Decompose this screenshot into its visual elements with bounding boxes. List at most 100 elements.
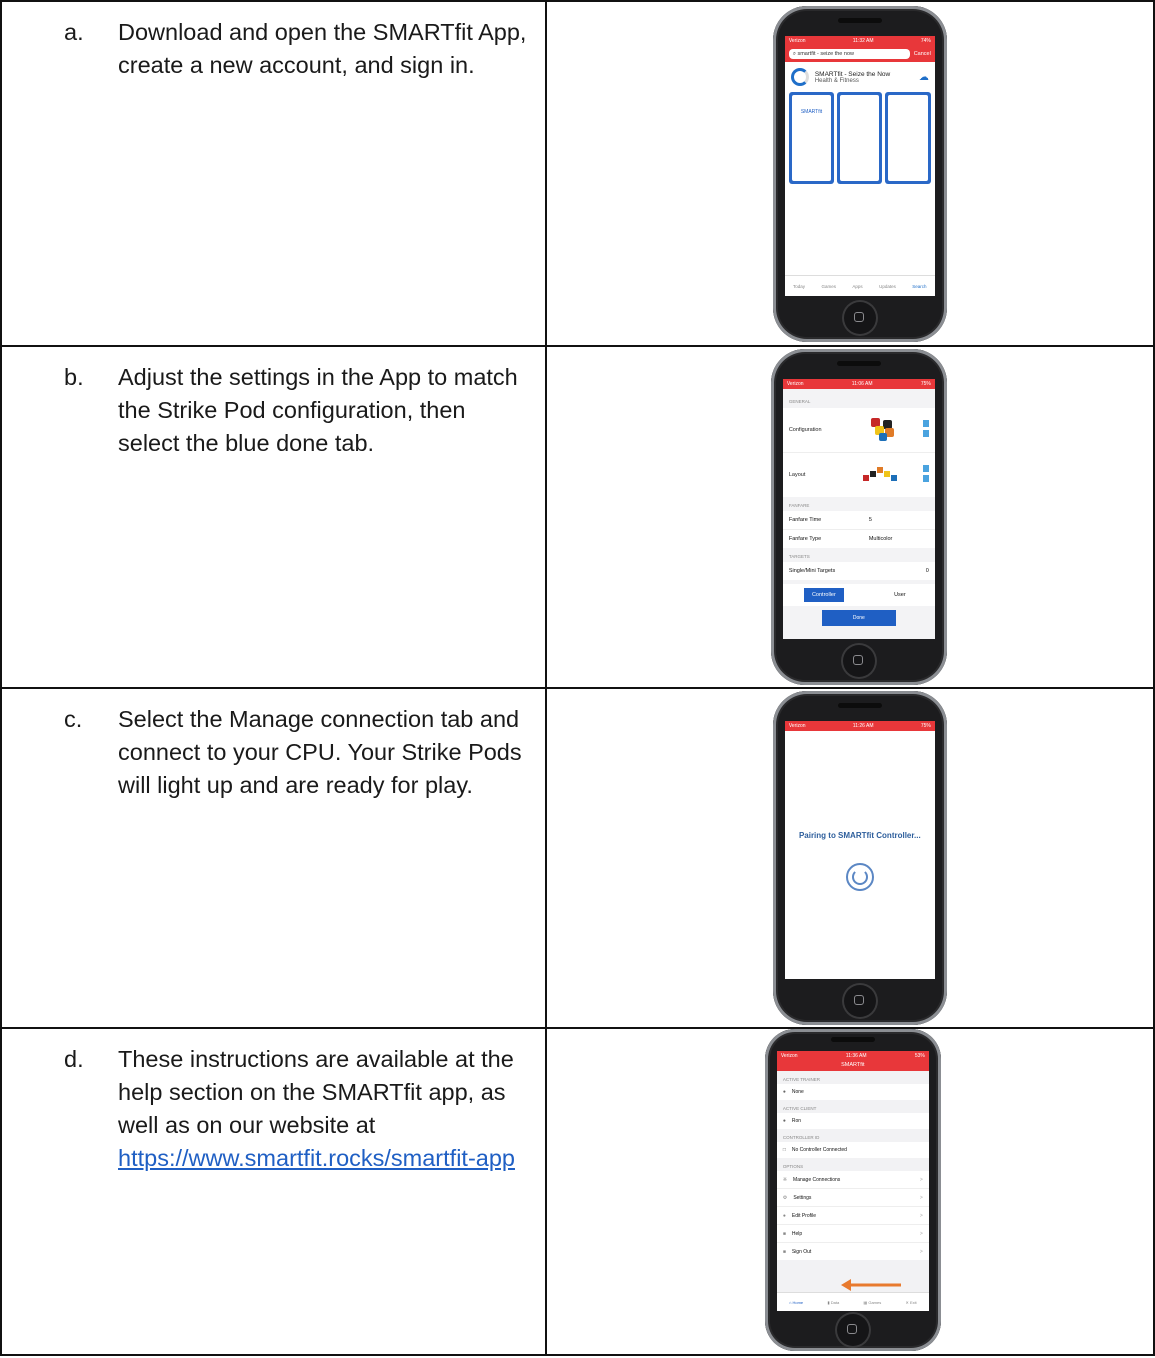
- website-link[interactable]: https://www.smartfit.rocks/smartfit-app: [118, 1145, 515, 1171]
- configuration-row[interactable]: Configuration: [782, 408, 935, 452]
- section-fanfare: FANFARE: [788, 503, 810, 508]
- step-text-cell: a. Download and open the SMARTfit App, c…: [0, 0, 547, 347]
- option-sign-out[interactable]: ■ Sign Out >: [777, 1243, 929, 1260]
- phone-menu: Verizon 11:36 AM 53% SMARTfit ACTIVE TRA…: [764, 1029, 941, 1351]
- search-input[interactable]: ⌕ smartfit - seize the now: [788, 49, 910, 59]
- person-icon: ●: [782, 1212, 786, 1219]
- status-time: 11:26 AM: [852, 723, 874, 729]
- app-category: Health & Fitness: [814, 77, 859, 84]
- configuration-label: Configuration: [788, 427, 822, 433]
- step-text-cell: c. Select the Manage connection tab and …: [0, 687, 547, 1029]
- loading-spinner-icon: [845, 863, 874, 891]
- status-time: 11:06 AM: [851, 381, 873, 387]
- home-button: [842, 645, 875, 677]
- phone-screen: Verizon 11:06 AM 75% GENERAL Configurati…: [782, 379, 935, 639]
- fanfare-time-label: Fanfare Time: [788, 517, 822, 523]
- status-time: 11:36 AM: [845, 1053, 867, 1059]
- option-label: Help: [791, 1230, 803, 1237]
- active-trainer-row[interactable]: ● None: [776, 1084, 929, 1100]
- fanfare-type-row[interactable]: Fanfare Type Multicolor: [782, 529, 935, 548]
- active-client-header: ACTIVE CLIENT: [782, 1106, 817, 1111]
- stepper-up-icon[interactable]: [922, 420, 929, 427]
- home-button: [836, 1314, 869, 1346]
- status-bar: Verizon 11:36 AM 53%: [776, 1051, 929, 1061]
- active-client-row[interactable]: ● Ron: [776, 1113, 929, 1129]
- step-text-cell: d. These instructions are available at t…: [0, 1027, 547, 1356]
- search-bar: ⌕ smartfit - seize the now Cancel: [784, 46, 935, 62]
- option-manage-connections[interactable]: ※ Manage Connections >: [776, 1171, 929, 1189]
- done-button[interactable]: Done: [821, 610, 896, 626]
- stepper-up-icon[interactable]: [922, 465, 929, 472]
- step-letter: c.: [64, 706, 83, 732]
- cancel-button[interactable]: Cancel: [914, 51, 931, 57]
- targets-row[interactable]: Single/Mini Targets 0: [782, 562, 935, 580]
- status-battery: 75%: [920, 381, 931, 387]
- app-icon: [790, 68, 809, 86]
- option-settings[interactable]: ⚙ Settings >: [776, 1189, 929, 1207]
- search-query: smartfit - seize the now: [797, 51, 854, 57]
- step-image-cell: Verizon 11:06 AM 75% GENERAL Configurati…: [544, 345, 1155, 689]
- app-screenshots: SMARTfit: [785, 90, 935, 186]
- app-result[interactable]: SMARTfit - Seize the Now Health & Fitnes…: [785, 62, 935, 90]
- chevron-right-icon: >: [919, 1194, 923, 1201]
- tab-today[interactable]: Today: [793, 284, 805, 289]
- document-page: a. Download and open the SMARTfit App, c…: [0, 0, 1155, 1358]
- layout-row[interactable]: Layout: [782, 452, 935, 497]
- app-screenshot: [837, 92, 883, 184]
- help-icon: ■: [782, 1230, 786, 1237]
- tab-search[interactable]: Search: [912, 284, 926, 289]
- phone-screen: Verizon 11:32 AM 74% ⌕ smartfit - seize …: [784, 36, 935, 296]
- status-carrier: Verizon: [780, 1053, 798, 1059]
- chevron-right-icon: >: [919, 1248, 923, 1255]
- phone-speaker: [830, 1037, 875, 1042]
- step-a: a. Download and open the SMARTfit App, c…: [2, 2, 545, 82]
- fanfare-type-value: Multicolor: [868, 536, 893, 542]
- step-image-cell: Verizon 11:36 AM 53% SMARTfit ACTIVE TRA…: [544, 1027, 1155, 1356]
- cloud-download-icon[interactable]: ☁: [919, 72, 929, 83]
- phone-pairing: Verizon 11:26 AM 75% Pairing to SMARTfit…: [772, 691, 947, 1025]
- step-b: b. Adjust the settings in the App to mat…: [2, 347, 545, 460]
- home-button: [843, 302, 876, 334]
- status-battery: 53%: [914, 1053, 925, 1059]
- screenshot-logo: SMARTfit: [791, 95, 832, 181]
- tab-bar: ⌂ Home ▮ Data ▦ Games ✕ Exit: [776, 1292, 929, 1311]
- options-header: OPTIONS: [782, 1164, 804, 1169]
- stepper-down-icon[interactable]: [922, 475, 929, 482]
- tab-games[interactable]: ▦ Games: [863, 1300, 881, 1305]
- fanfare-time-value: 5: [868, 517, 872, 523]
- controller-button[interactable]: Controller: [803, 588, 844, 602]
- sign-out-icon: ■: [782, 1248, 786, 1255]
- mode-toggle: Controller User: [782, 584, 935, 606]
- tab-bar: Today Games Apps Updates Search: [784, 275, 935, 296]
- tab-home[interactable]: ⌂ Home: [789, 1300, 803, 1305]
- step-row-c: c. Select the Manage connection tab and …: [0, 687, 1155, 1029]
- phone-settings: Verizon 11:06 AM 75% GENERAL Configurati…: [770, 349, 947, 685]
- option-help[interactable]: ■ Help >: [776, 1225, 929, 1243]
- section-targets: TARGETS: [788, 554, 810, 559]
- person-icon: ●: [782, 1118, 786, 1124]
- bluetooth-icon: ※: [782, 1176, 788, 1183]
- fanfare-time-row[interactable]: Fanfare Time 5: [782, 511, 935, 529]
- phone-screen: Verizon 11:36 AM 53% SMARTfit ACTIVE TRA…: [776, 1051, 929, 1311]
- tab-data[interactable]: ▮ Data: [827, 1300, 839, 1305]
- status-bar: Verizon 11:26 AM 75%: [784, 721, 935, 731]
- phone-speaker: [837, 703, 882, 708]
- tab-apps[interactable]: Apps: [852, 284, 862, 289]
- status-time: 11:32 AM: [852, 38, 874, 44]
- step-d: d. These instructions are available at t…: [2, 1029, 545, 1175]
- controller-row[interactable]: □ No Controller Connected: [776, 1142, 929, 1158]
- step-text: Download and open the SMARTfit App, crea…: [118, 19, 527, 78]
- tab-updates[interactable]: Updates: [879, 284, 896, 289]
- step-text-cell: b. Adjust the settings in the App to mat…: [0, 345, 547, 689]
- option-edit-profile[interactable]: ● Edit Profile >: [776, 1207, 929, 1225]
- step-letter: d.: [64, 1046, 84, 1072]
- person-icon: ●: [782, 1089, 786, 1095]
- user-button[interactable]: User: [886, 588, 914, 602]
- tab-games[interactable]: Games: [821, 284, 836, 289]
- tab-exit[interactable]: ✕ Exit: [906, 1300, 917, 1305]
- status-carrier: Verizon: [788, 38, 806, 44]
- step-c: c. Select the Manage connection tab and …: [2, 689, 545, 802]
- stepper-down-icon[interactable]: [922, 430, 929, 437]
- option-label: Edit Profile: [791, 1212, 817, 1219]
- status-bar: Verizon 11:32 AM 74%: [784, 36, 935, 46]
